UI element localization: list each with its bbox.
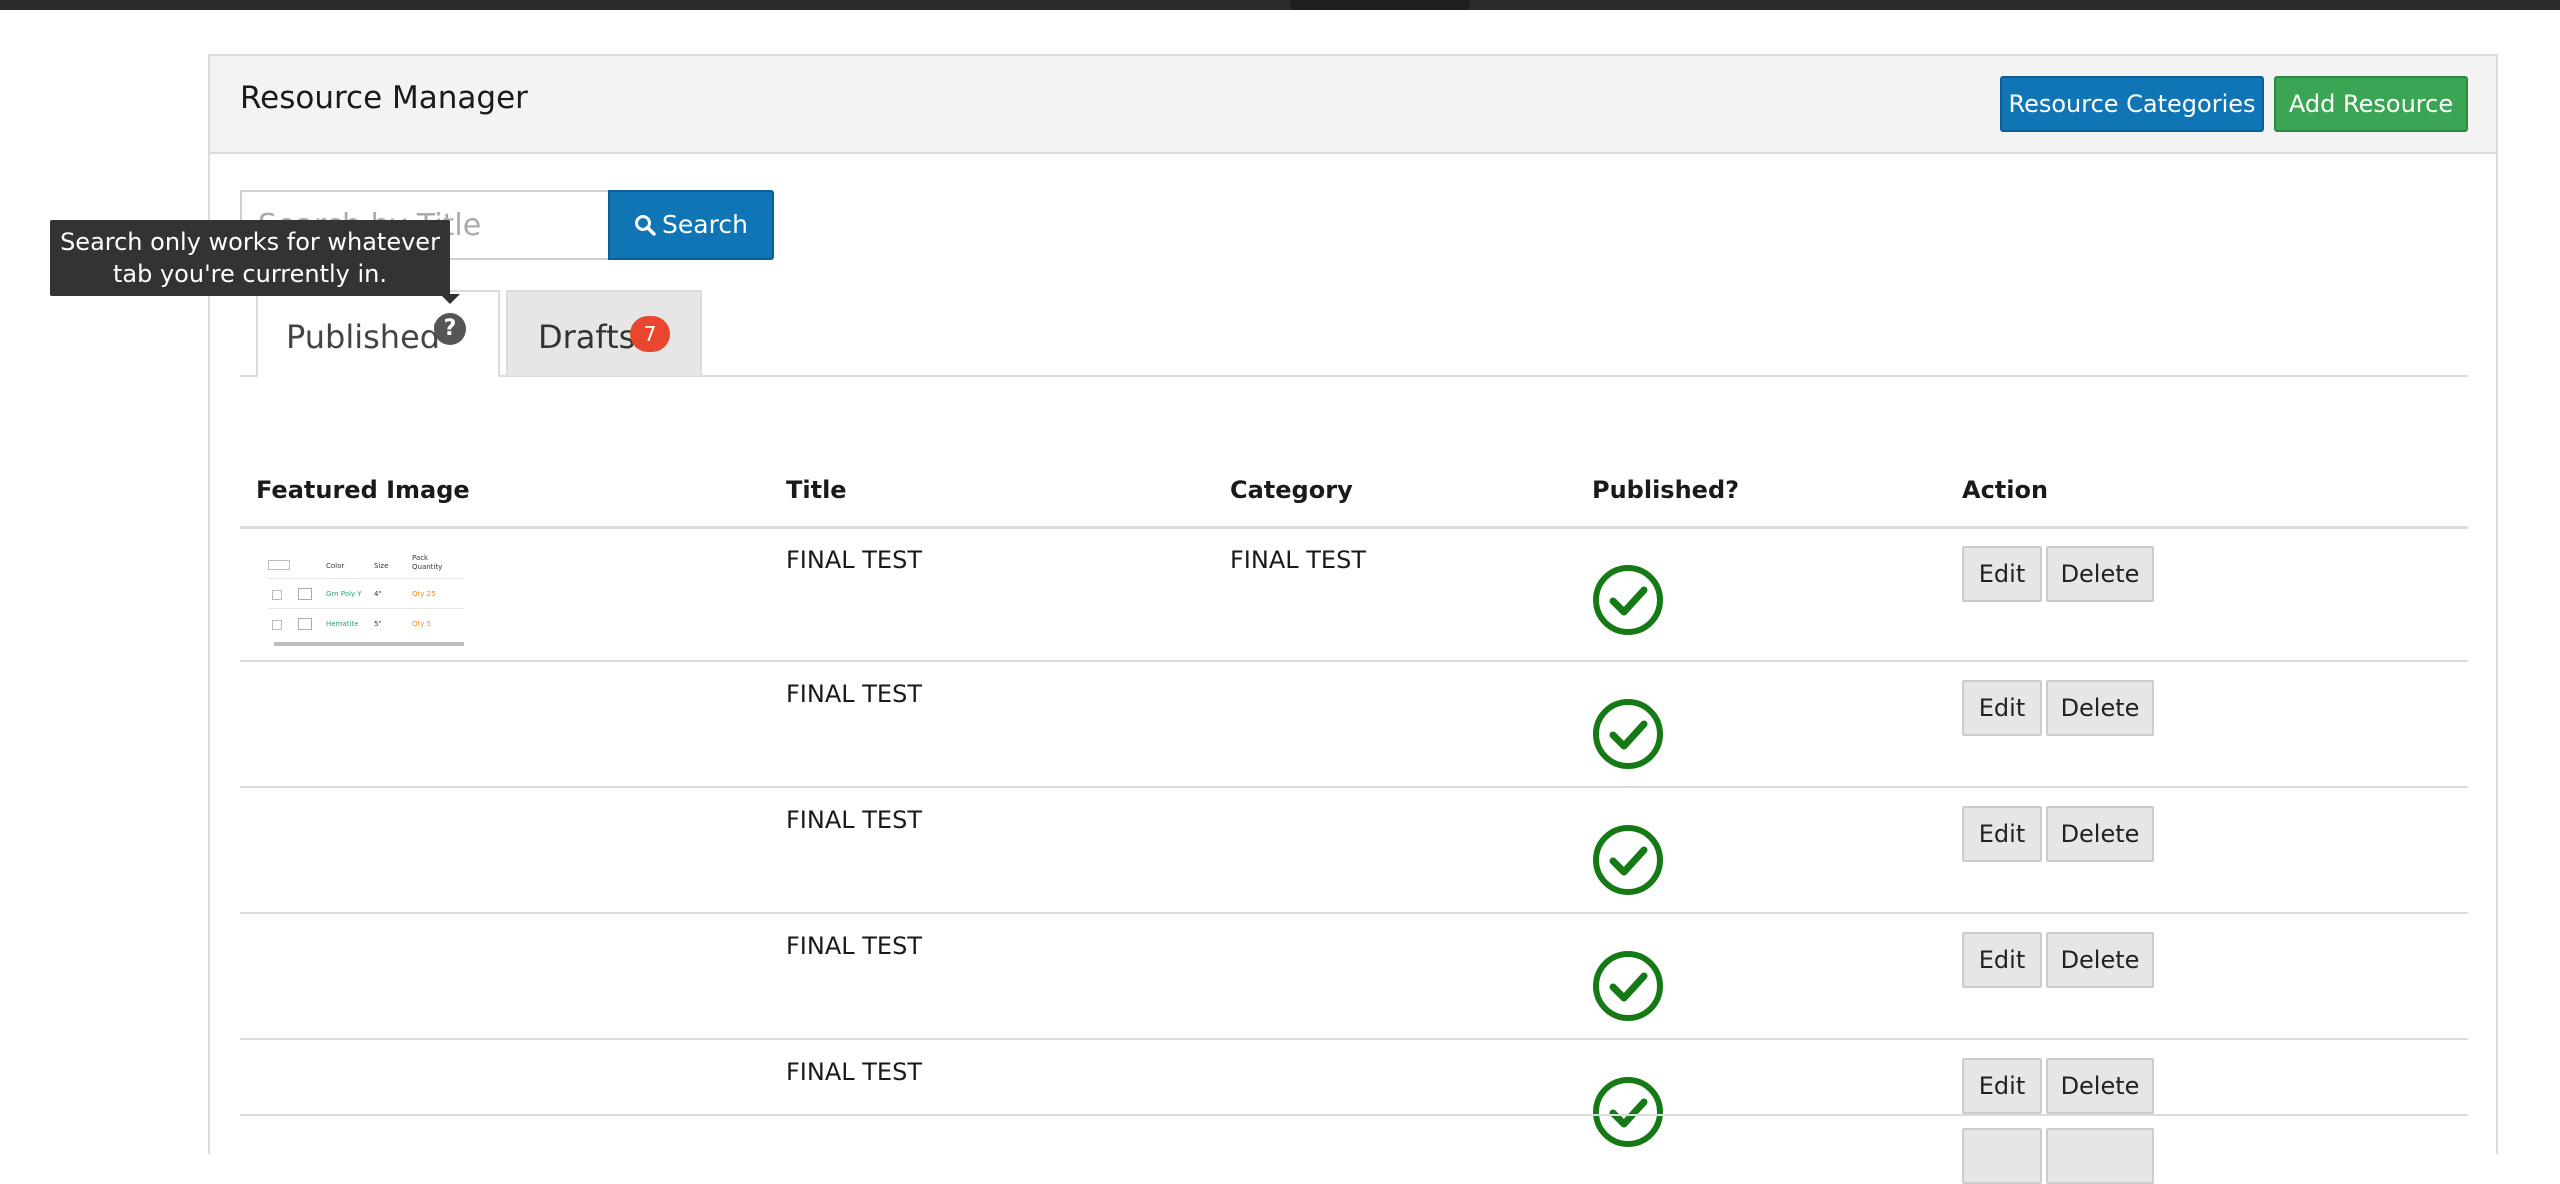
row-divider xyxy=(240,786,2468,788)
thumb-image-icon xyxy=(298,618,312,630)
question-circle-icon[interactable]: ? xyxy=(434,313,466,345)
column-header-action: Action xyxy=(1962,476,2049,504)
table-header-divider xyxy=(240,526,2468,529)
row-1-title: FINAL TEST xyxy=(786,546,922,574)
page-title: Resource Manager xyxy=(240,80,528,116)
column-header-published: Published? xyxy=(1592,476,1740,504)
drafts-count-badge: 7 xyxy=(630,316,670,352)
tab-drafts[interactable]: Drafts xyxy=(506,290,702,376)
column-header-title: Title xyxy=(786,476,847,504)
search-icon xyxy=(634,192,656,258)
add-resource-button[interactable]: Add Resource xyxy=(2274,76,2468,132)
tooltip: Search only works for whatever tab you'r… xyxy=(50,220,450,296)
top-bar-segment xyxy=(1290,0,1470,10)
delete-button[interactable]: Delete xyxy=(2046,1058,2154,1114)
edit-button-partial[interactable] xyxy=(1962,1128,2042,1184)
thumb-cell-size: 5" xyxy=(374,620,382,628)
thumb-cell-qty: Qty 5 xyxy=(412,620,432,628)
thumb-scrollbar xyxy=(274,642,464,646)
top-bar xyxy=(0,0,2560,10)
column-header-featured-image: Featured Image xyxy=(256,476,470,504)
search-button[interactable]: Search xyxy=(608,190,774,260)
row-divider xyxy=(240,660,2468,662)
row-divider xyxy=(240,1114,2468,1116)
tooltip-line-1: Search only works for whatever xyxy=(60,228,440,256)
tab-published-label: Published xyxy=(286,318,441,356)
featured-image-thumbnail: Color Size Pack Quantity Grn Poly Y 4" Q… xyxy=(258,548,468,648)
search-button-label: Search xyxy=(662,210,748,239)
check-circle-icon xyxy=(1593,699,1663,769)
panel-header: Resource Manager Resource Categories Add… xyxy=(210,56,2496,154)
row-4-title: FINAL TEST xyxy=(786,932,922,960)
check-circle-icon xyxy=(1593,565,1663,635)
row-2-title: FINAL TEST xyxy=(786,680,922,708)
resource-manager-panel: Resource Manager Resource Categories Add… xyxy=(208,54,2498,1184)
row-divider xyxy=(240,912,2468,914)
tooltip-arrow xyxy=(440,294,460,304)
thumb-image-icon xyxy=(298,588,312,600)
row-1-category: FINAL TEST xyxy=(1230,546,1366,574)
check-circle-icon xyxy=(1593,1077,1663,1147)
thumb-checkbox xyxy=(272,620,282,630)
thumb-checkbox xyxy=(272,590,282,600)
delete-button[interactable]: Delete xyxy=(2046,806,2154,862)
edit-button[interactable]: Edit xyxy=(1962,1058,2042,1114)
tooltip-line-2: tab you're currently in. xyxy=(113,260,387,288)
check-circle-icon xyxy=(1593,825,1663,895)
edit-button[interactable]: Edit xyxy=(1962,546,2042,602)
thumb-cell-qty: Qty 25 xyxy=(412,590,436,598)
thumb-header-color: Color xyxy=(326,562,345,570)
column-header-category: Category xyxy=(1230,476,1353,504)
delete-button[interactable]: Delete xyxy=(2046,546,2154,602)
thumb-cell-color: Hematite xyxy=(326,620,359,628)
edit-button[interactable]: Edit xyxy=(1962,680,2042,736)
tab-drafts-label: Drafts xyxy=(538,318,636,356)
delete-button[interactable]: Delete xyxy=(2046,680,2154,736)
delete-button[interactable]: Delete xyxy=(2046,932,2154,988)
delete-button-partial[interactable] xyxy=(2046,1128,2154,1184)
thumb-cell-size: 4" xyxy=(374,590,382,598)
check-circle-icon xyxy=(1593,951,1663,1021)
row-divider xyxy=(240,1038,2468,1040)
thumb-header-size: Size xyxy=(374,562,389,570)
resource-categories-button[interactable]: Resource Categories xyxy=(2000,76,2264,132)
row-5-title: FINAL TEST xyxy=(786,1058,922,1086)
thumb-cell-color: Grn Poly Y xyxy=(326,590,362,598)
thumb-header-qty: Pack Quantity xyxy=(412,554,443,571)
edit-button[interactable]: Edit xyxy=(1962,806,2042,862)
thumb-divider xyxy=(268,608,464,609)
select-all-checkbox-image xyxy=(268,560,290,570)
thumb-divider xyxy=(268,578,464,579)
edit-button[interactable]: Edit xyxy=(1962,932,2042,988)
row-3-title: FINAL TEST xyxy=(786,806,922,834)
